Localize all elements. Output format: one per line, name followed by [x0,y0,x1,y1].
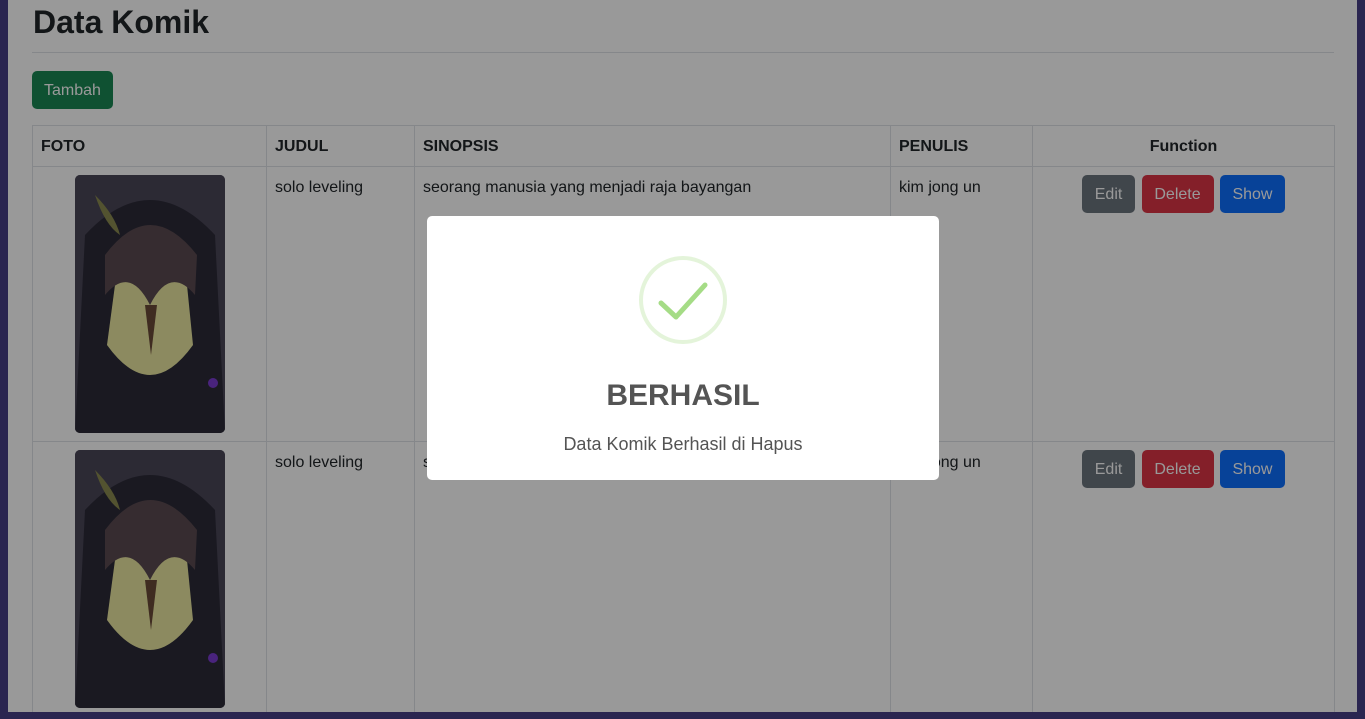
app-window: Data Komik Tambah FOTO JUDUL SINOPSIS PE… [8,0,1357,712]
success-check-icon [639,256,727,344]
dialog-message: Data Komik Berhasil di Hapus [563,434,803,454]
success-dialog: BERHASIL Data Komik Berhasil di Hapus [427,216,939,480]
dialog-title: BERHASIL [606,379,760,412]
